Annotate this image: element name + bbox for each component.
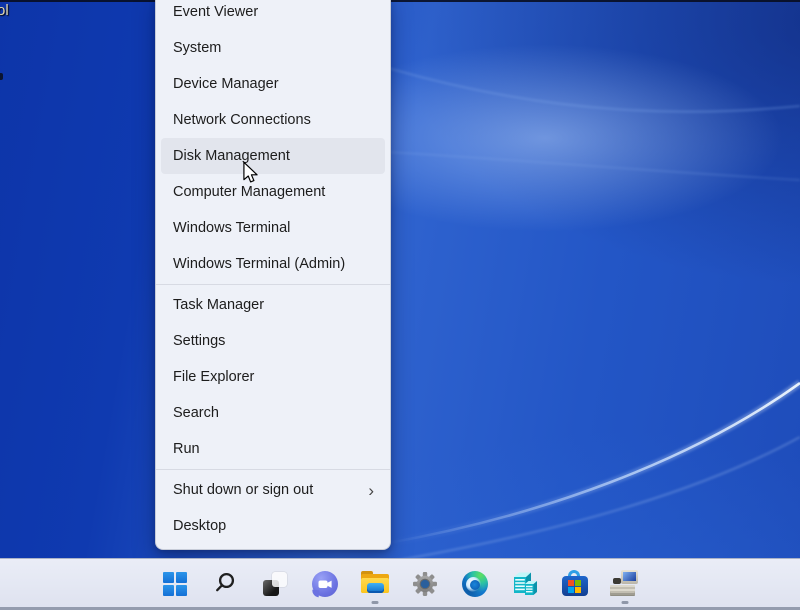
taskbar-settings-button[interactable] xyxy=(405,562,445,606)
screenshot-top-edge xyxy=(0,0,800,2)
server-stack-icon xyxy=(512,570,538,598)
left-edge-speck xyxy=(0,73,3,80)
search-icon xyxy=(212,571,238,597)
menu-item-file-explorer[interactable]: File Explorer xyxy=(156,359,390,395)
menu-item-label: Windows Terminal xyxy=(173,220,290,236)
taskbar-search-button[interactable] xyxy=(205,562,245,606)
menu-item-task-manager[interactable]: Task Manager xyxy=(156,287,390,323)
taskbar-chat-button[interactable] xyxy=(305,562,345,606)
menu-item-windows-terminal-admin[interactable]: Windows Terminal (Admin) xyxy=(156,246,390,282)
menu-item-device-manager[interactable]: Device Manager xyxy=(156,66,390,102)
chat-video-icon xyxy=(312,571,338,597)
menu-item-event-viewer[interactable]: Event Viewer xyxy=(156,0,390,30)
menu-item-settings[interactable]: Settings xyxy=(156,323,390,359)
desktop: ol Event Viewer System Device Manager Ne… xyxy=(0,0,800,610)
taskbar xyxy=(0,558,800,610)
taskbar-start-button[interactable] xyxy=(155,562,195,606)
taskbar-file-explorer-button[interactable] xyxy=(355,562,395,606)
menu-item-label: File Explorer xyxy=(173,369,254,385)
menu-item-label: Computer Management xyxy=(173,184,325,200)
microsoft-store-icon xyxy=(562,570,588,597)
taskbar-icon-row xyxy=(155,562,645,606)
edge-browser-icon xyxy=(462,571,488,597)
windows-logo-icon xyxy=(163,572,187,596)
task-view-icon xyxy=(262,571,288,597)
menu-item-shut-down-or-sign-out[interactable]: Shut down or sign out › xyxy=(156,472,390,508)
wallpaper-light-streaks xyxy=(0,0,800,610)
menu-item-system[interactable]: System xyxy=(156,30,390,66)
gear-icon xyxy=(412,571,438,597)
menu-item-label: Settings xyxy=(173,333,225,349)
menu-item-label: Shut down or sign out xyxy=(173,482,313,498)
retro-computer-icon xyxy=(610,570,640,597)
menu-item-label: Search xyxy=(173,405,219,421)
winx-context-menu: Event Viewer System Device Manager Netwo… xyxy=(155,0,391,550)
menu-item-windows-terminal[interactable]: Windows Terminal xyxy=(156,210,390,246)
taskbar-edge-button[interactable] xyxy=(455,562,495,606)
menu-item-run[interactable]: Run xyxy=(156,431,390,467)
taskbar-legacy-pc-button[interactable] xyxy=(605,562,645,606)
menu-item-label: Device Manager xyxy=(173,76,279,92)
menu-item-label: Task Manager xyxy=(173,297,264,313)
taskbar-server-manager-button[interactable] xyxy=(505,562,545,606)
taskbar-task-view-button[interactable] xyxy=(255,562,295,606)
menu-item-label: Desktop xyxy=(173,518,226,534)
menu-separator xyxy=(156,469,390,470)
menu-item-disk-management[interactable]: Disk Management xyxy=(161,138,385,174)
running-app-indicator xyxy=(622,601,629,604)
menu-separator xyxy=(156,284,390,285)
desktop-wallpaper xyxy=(0,0,800,610)
menu-item-label: System xyxy=(173,40,221,56)
submenu-arrow-icon: › xyxy=(368,482,390,499)
desktop-icon-label-fragment: ol xyxy=(0,2,9,19)
taskbar-store-button[interactable] xyxy=(555,562,595,606)
running-app-indicator xyxy=(372,601,379,604)
menu-item-label: Disk Management xyxy=(173,148,290,164)
mouse-cursor xyxy=(242,161,259,186)
menu-item-label: Windows Terminal (Admin) xyxy=(173,256,345,272)
menu-item-label: Run xyxy=(173,441,200,457)
menu-item-network-connections[interactable]: Network Connections xyxy=(156,102,390,138)
menu-item-desktop[interactable]: Desktop xyxy=(156,508,390,544)
menu-item-search[interactable]: Search xyxy=(156,395,390,431)
menu-item-label: Network Connections xyxy=(173,112,311,128)
menu-item-label: Event Viewer xyxy=(173,4,258,20)
menu-item-computer-management[interactable]: Computer Management xyxy=(156,174,390,210)
file-explorer-folder-icon xyxy=(361,571,389,596)
